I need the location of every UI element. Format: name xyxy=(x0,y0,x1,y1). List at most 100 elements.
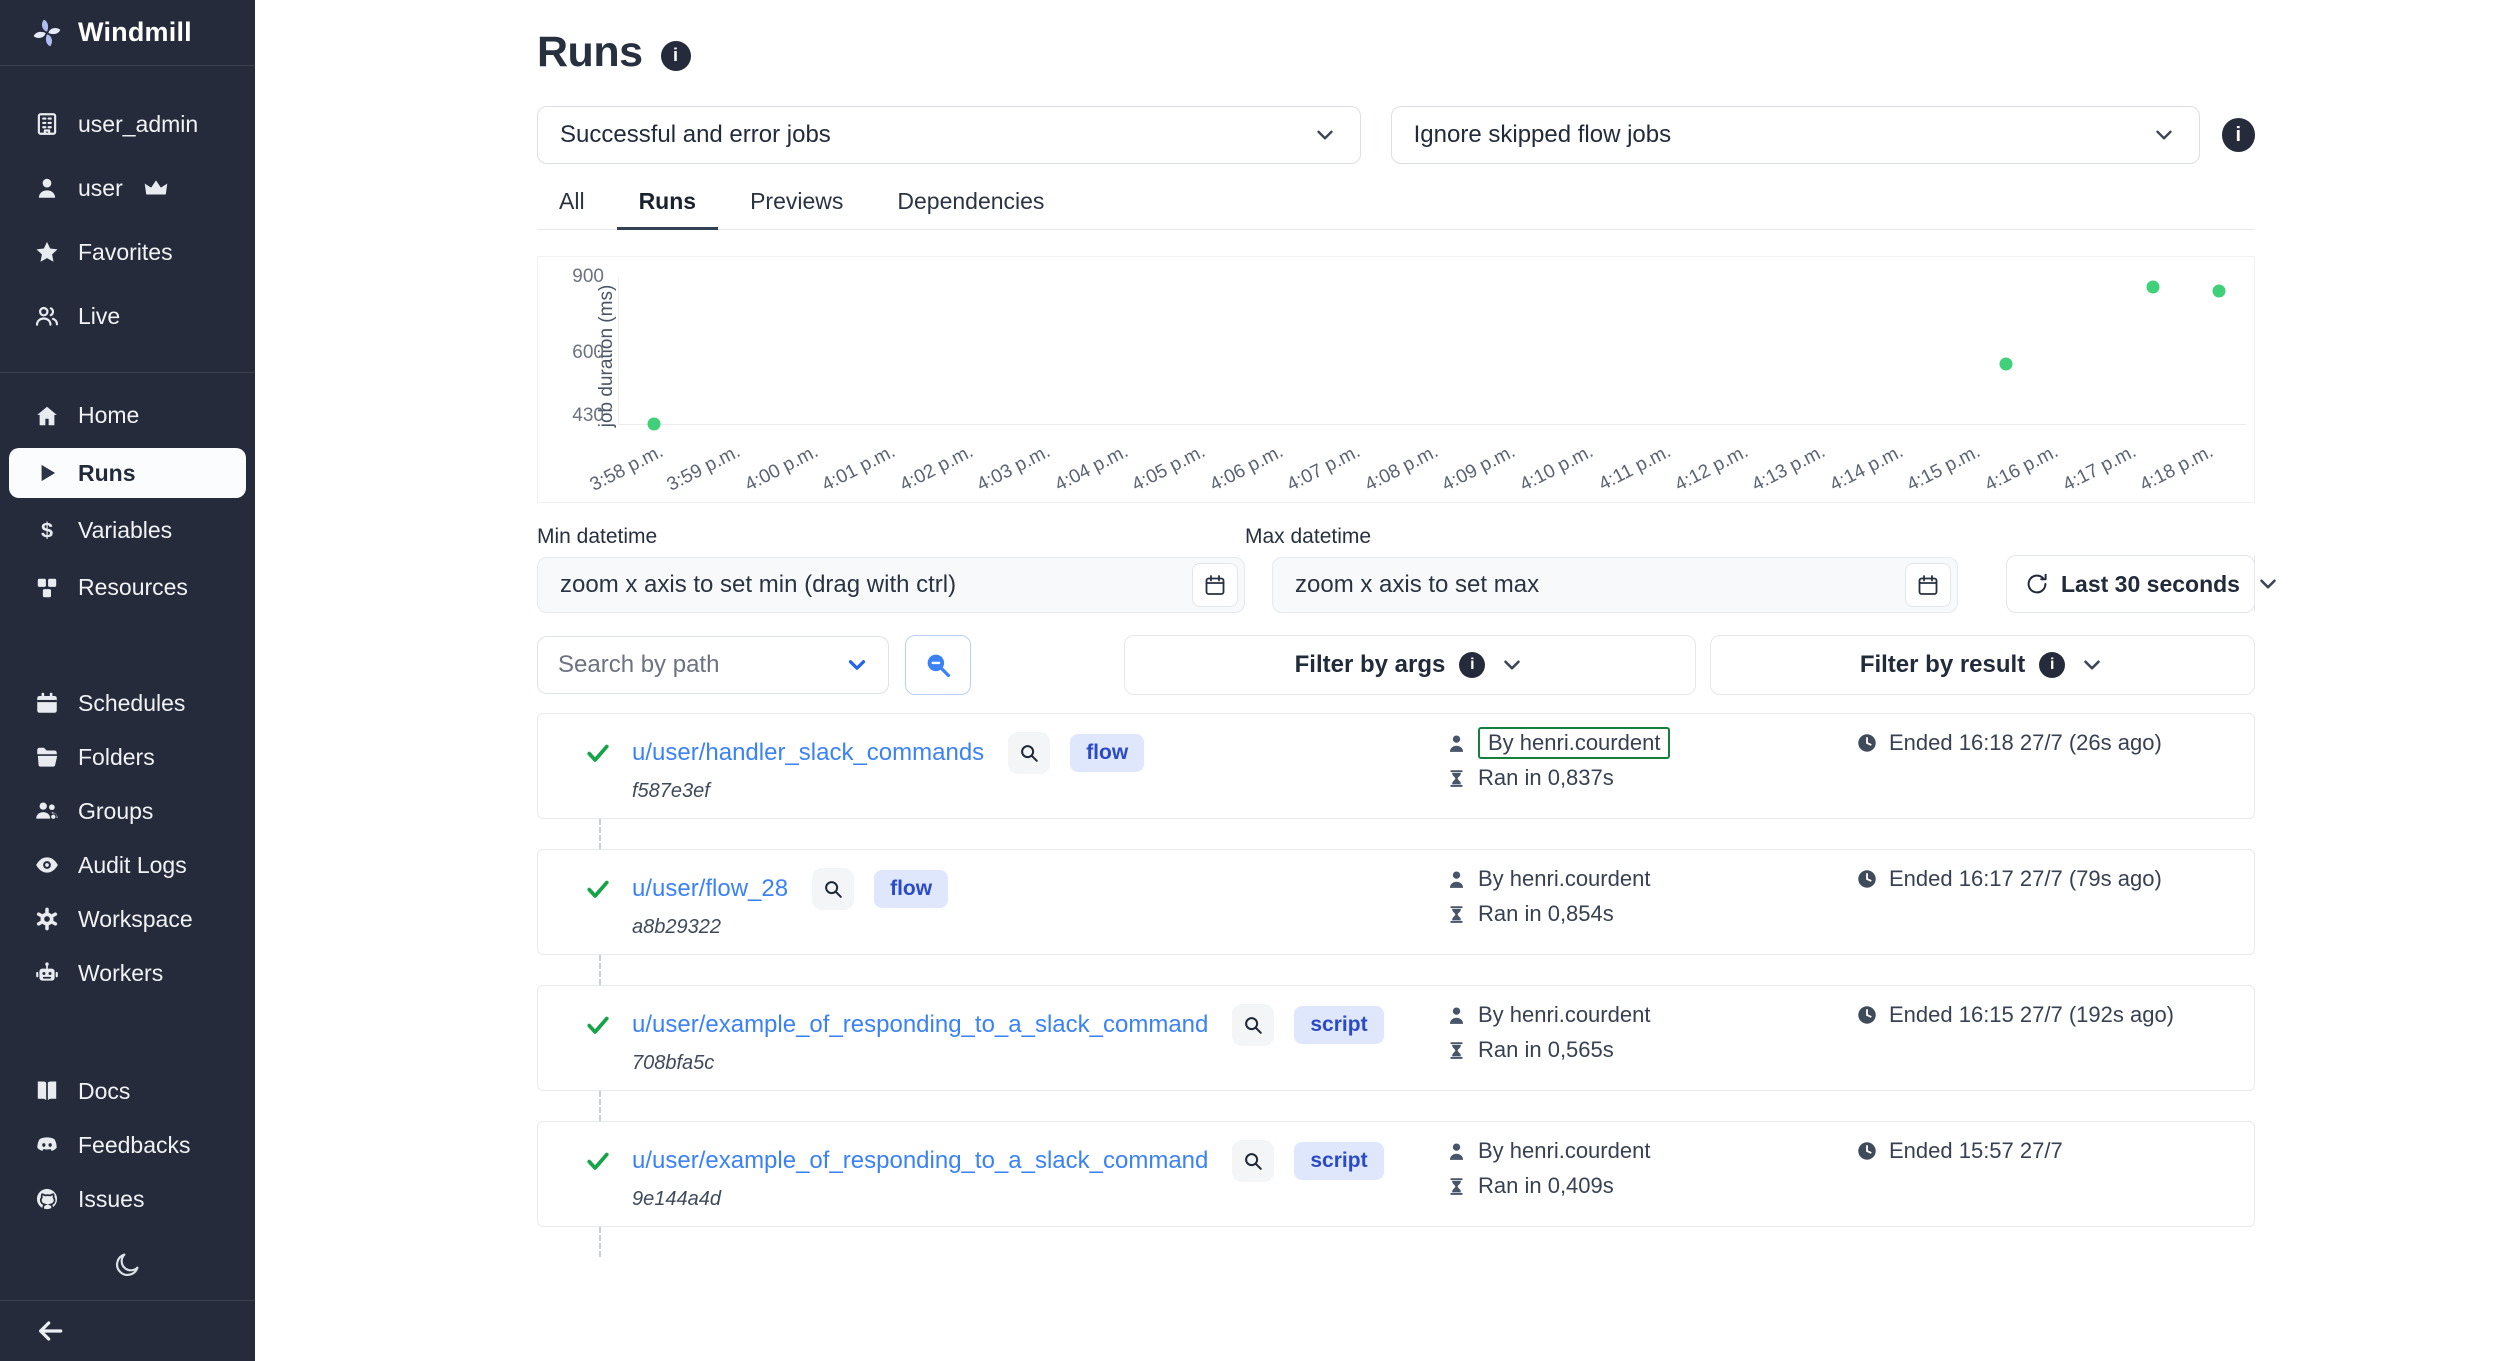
sidebar-item-groups[interactable]: Groups xyxy=(0,784,255,838)
chart-plot[interactable] xyxy=(618,277,2246,425)
refresh-button[interactable]: Last 30 seconds xyxy=(2007,556,2254,612)
app-logo[interactable]: Windmill xyxy=(0,0,255,66)
max-datetime-input[interactable] xyxy=(1272,557,1958,613)
run-path-link[interactable]: u/user/example_of_responding_to_a_slack_… xyxy=(632,1011,1208,1039)
max-datetime-calendar-button[interactable] xyxy=(1905,563,1951,607)
job-kind-badge: script xyxy=(1294,1142,1383,1180)
run-details-button[interactable] xyxy=(812,868,854,910)
sidebar-item-runs[interactable]: Runs xyxy=(9,448,246,498)
chart-data-point[interactable] xyxy=(2212,284,2225,297)
chart-ytick: 600 xyxy=(572,342,604,364)
sidebar-item-folders[interactable]: Folders xyxy=(0,730,255,784)
clock-icon xyxy=(1856,868,1878,890)
users-icon xyxy=(34,303,60,329)
run-ended-label: Ended 16:15 27/7 (192s ago) xyxy=(1889,1002,2174,1028)
run-row[interactable]: u/user/flow_28flowa8b29322By henri.courd… xyxy=(537,849,2255,955)
chart-xtick-label: 4:15 p.m. xyxy=(1904,441,1985,497)
chart-xtick-label: 4:02 p.m. xyxy=(896,441,977,497)
magnifier-icon xyxy=(1242,1150,1264,1172)
runs-list: u/user/handler_slack_commandsflowf587e3e… xyxy=(537,713,2255,1257)
chevron-down-icon xyxy=(2151,122,2177,148)
filter-by-result-button[interactable]: Filter by result i xyxy=(1710,635,2255,695)
filter-by-args-button[interactable]: Filter by args i xyxy=(1124,635,1696,695)
run-row[interactable]: u/user/example_of_responding_to_a_slack_… xyxy=(537,1121,2255,1227)
chart-xtick-label: 4:04 p.m. xyxy=(1051,441,1132,497)
run-details-button[interactable] xyxy=(1232,1140,1274,1182)
run-connector-line xyxy=(599,1091,2255,1121)
time-range-label: Last 30 seconds xyxy=(2061,571,2240,598)
runs-info-icon[interactable]: i xyxy=(661,41,691,71)
job-status-select[interactable]: Successful and error jobs xyxy=(537,106,1361,164)
run-author: By henri.courdent xyxy=(1446,1002,1650,1028)
clock-icon xyxy=(1856,1004,1878,1026)
chart-data-point[interactable] xyxy=(2147,280,2160,293)
sidebar-item-label: Audit Logs xyxy=(78,852,187,879)
dark-mode-toggle[interactable] xyxy=(108,1244,148,1284)
sidebar-item-favorites[interactable]: Favorites xyxy=(0,220,255,284)
run-path-link[interactable]: u/user/handler_slack_commands xyxy=(632,739,984,767)
chart-xtick-label: 4:11 p.m. xyxy=(1595,441,1674,496)
chart-data-point[interactable] xyxy=(647,418,660,431)
sidebar-item-workers[interactable]: Workers xyxy=(0,946,255,1000)
sidebar-item-schedules[interactable]: Schedules xyxy=(0,676,255,730)
moon-icon xyxy=(113,1250,142,1279)
run-meta: By henri.courdentRan in 0,565s xyxy=(1446,1002,1650,1063)
run-details-button[interactable] xyxy=(1008,732,1050,774)
chart-xtick-label: 4:01 p.m. xyxy=(819,441,900,497)
sidebar-item-label: Home xyxy=(78,402,139,429)
run-path-link[interactable]: u/user/example_of_responding_to_a_slack_… xyxy=(632,1147,1208,1175)
run-path-link[interactable]: u/user/flow_28 xyxy=(632,875,788,903)
sidebar-item-resources[interactable]: Resources xyxy=(0,559,255,616)
building-icon xyxy=(34,111,60,137)
sidebar-item-issues[interactable]: Issues xyxy=(0,1172,255,1226)
skipped-info-icon[interactable]: i xyxy=(2222,118,2256,152)
sidebar-item-label: Resources xyxy=(78,574,188,601)
run-ended-label: Ended 16:17 27/7 (79s ago) xyxy=(1889,866,2162,892)
tab-runs[interactable]: Runs xyxy=(617,180,719,230)
sidebar-item-label: Feedbacks xyxy=(78,1132,191,1159)
run-ended-label: Ended 15:57 27/7 xyxy=(1889,1138,2063,1164)
duration-chart[interactable]: job duration (ms) 900600430 3:58 p.m.3:5… xyxy=(537,256,2255,503)
min-datetime-calendar-button[interactable] xyxy=(1192,563,1238,607)
tab-previews[interactable]: Previews xyxy=(728,180,865,230)
skipped-jobs-select[interactable]: Ignore skipped flow jobs xyxy=(1391,106,2200,164)
user-group-icon xyxy=(34,798,60,824)
skipped-jobs-select-value: Ignore skipped flow jobs xyxy=(1414,121,1671,149)
sidebar-item-label: Workspace xyxy=(78,906,193,933)
sidebar-item-user[interactable]: user xyxy=(0,156,255,220)
sidebar-item-audit-logs[interactable]: Audit Logs xyxy=(0,838,255,892)
github-icon xyxy=(34,1186,60,1212)
chart-xtick-label: 4:17 p.m. xyxy=(2059,441,2140,497)
sidebar-item-user-admin[interactable]: user_admin xyxy=(0,92,255,156)
hourglass-icon xyxy=(1446,904,1467,925)
sidebar-item-workspace[interactable]: Workspace xyxy=(0,892,255,946)
sidebar-item-home[interactable]: Home xyxy=(0,387,255,444)
run-row[interactable]: u/user/handler_slack_commandsflowf587e3e… xyxy=(537,713,2255,819)
run-meta: By henri.courdentRan in 0,837s xyxy=(1446,730,1670,791)
sidebar-item-docs[interactable]: Docs xyxy=(0,1064,255,1118)
run-duration: Ran in 0,854s xyxy=(1446,901,1650,927)
arrow-left-icon xyxy=(34,1315,66,1347)
chart-xtick-label: 4:09 p.m. xyxy=(1439,441,1520,497)
run-details-button[interactable] xyxy=(1232,1004,1274,1046)
tab-dependencies[interactable]: Dependencies xyxy=(875,180,1066,230)
clock-icon xyxy=(1856,732,1878,754)
sidebar-item-feedbacks[interactable]: Feedbacks xyxy=(0,1118,255,1172)
sidebar-item-variables[interactable]: $Variables xyxy=(0,502,255,559)
chart-xtick-label: 4:00 p.m. xyxy=(741,441,822,497)
tab-all[interactable]: All xyxy=(537,180,607,230)
calendar-icon xyxy=(1203,573,1227,597)
search-button[interactable] xyxy=(905,635,971,695)
sidebar-item-label: Favorites xyxy=(78,239,173,266)
run-row[interactable]: u/user/example_of_responding_to_a_slack_… xyxy=(537,985,2255,1091)
run-duration: Ran in 0,837s xyxy=(1446,765,1670,791)
min-datetime-input[interactable] xyxy=(537,557,1245,613)
time-range-dropdown[interactable] xyxy=(2254,556,2281,612)
chart-xtick-label: 4:06 p.m. xyxy=(1206,441,1287,497)
chart-data-point[interactable] xyxy=(1999,358,2012,371)
search-by-path-select[interactable]: Search by path xyxy=(537,636,889,694)
chart-xtick-label: 4:13 p.m. xyxy=(1749,441,1830,497)
chevron-down-icon xyxy=(844,652,870,678)
sidebar-item-live[interactable]: Live xyxy=(0,284,255,348)
collapse-sidebar-button[interactable] xyxy=(34,1315,66,1347)
